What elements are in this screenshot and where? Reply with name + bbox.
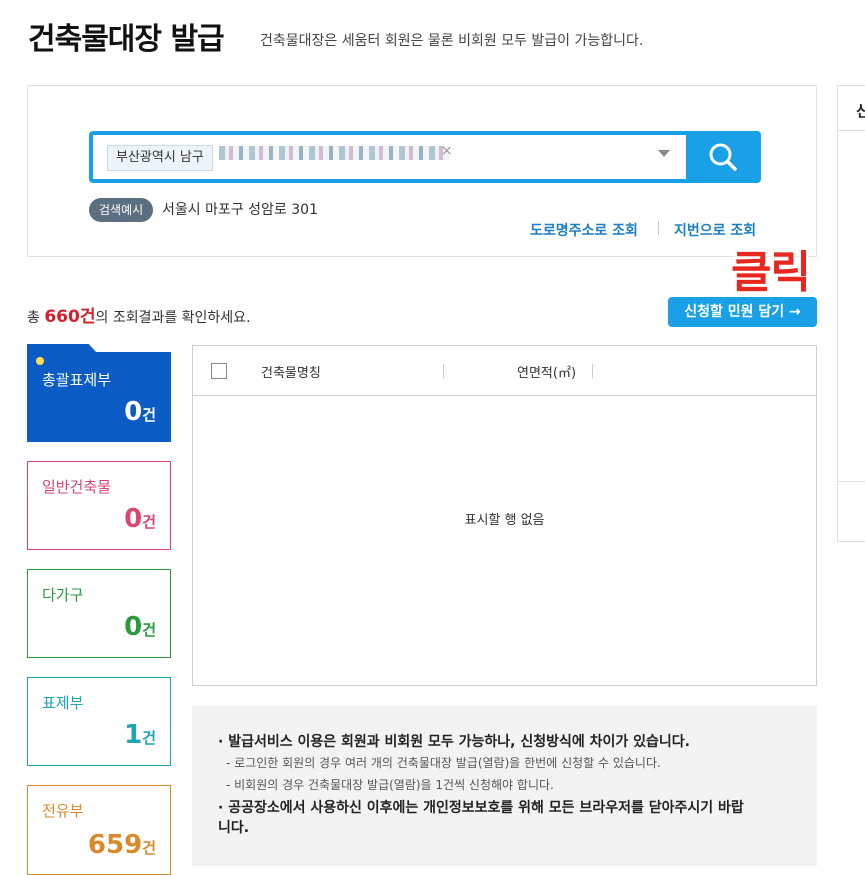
page-subtitle: 건축물대장은 세움터 회원은 물론 비회원 모두 발급이 가능합니다. (260, 33, 644, 49)
search-icon (709, 143, 737, 171)
region-chip[interactable]: 부산광역시 남구 (107, 145, 213, 171)
dropdown-arrow-icon[interactable] (658, 150, 670, 157)
table-header: 건축물명칭 연면적(㎡) (193, 346, 816, 396)
right-side-panel: 신 (837, 85, 865, 542)
count-unit: 건 (142, 839, 156, 857)
count-value: 1 (124, 720, 143, 750)
click-annotation: 클릭 (731, 247, 811, 298)
masked-address-text (219, 146, 449, 160)
category-total-title[interactable]: 총괄표제부 0건 (27, 344, 171, 442)
result-suffix: 의 조회결과를 확인하세요. (95, 310, 251, 326)
category-exclusive-section[interactable]: 전유부 659건 (27, 785, 171, 875)
category-label: 전유부 (42, 802, 84, 820)
result-prefix: 총 (27, 310, 45, 326)
add-to-application-button[interactable]: 신청할 민원 담기 → (668, 297, 817, 327)
notice-sub-1: - 로그인한 회원의 경우 여러 개의 건축물대장 발급(열람)을 한번에 신청… (226, 756, 661, 770)
right-panel-title: 신 (856, 102, 865, 120)
result-summary: 총 660건의 조회결과를 확인하세요. (27, 302, 251, 327)
category-count: 1건 (124, 720, 156, 750)
search-panel: 부산광역시 남구 × 검색예시 서울시 마포구 성암로 301 도로명주소로 조… (27, 85, 817, 257)
count-value: 0 (124, 504, 143, 534)
notice-sub-2: - 비회원의 경우 건축물대장 발급(열람)을 1건씩 신청해야 합니다. (226, 778, 554, 792)
column-header-building-name[interactable]: 건축물명칭 (261, 362, 321, 381)
notice-main-2: · 공공장소에서 사용하신 이후에는 개인정보보호를 위해 모든 브라우저를 닫… (218, 800, 744, 836)
road-address-search-link[interactable]: 도로명주소로 조회 (530, 220, 638, 240)
category-label: 일반건축물 (42, 478, 112, 496)
count-unit: 건 (142, 621, 156, 639)
search-button[interactable] (686, 131, 761, 183)
empty-table-message: 표시할 행 없음 (464, 513, 545, 528)
count-unit: 건 (142, 406, 156, 424)
count-value: 0 (124, 612, 143, 642)
divider (838, 130, 865, 131)
card-tab (27, 344, 97, 353)
category-title-section[interactable]: 표제부 1건 (27, 677, 171, 766)
selected-dot-icon (36, 357, 44, 365)
category-label: 표제부 (42, 694, 84, 712)
notice-main-1: · 발급서비스 이용은 회원과 비회원 모두 가능하나, 신청방식에 차이가 있… (218, 734, 690, 750)
result-count: 660건 (44, 307, 96, 327)
clear-icon[interactable]: × (441, 143, 453, 159)
search-example-text: 서울시 마포구 성암로 301 (162, 202, 318, 218)
category-label: 다가구 (42, 586, 84, 604)
link-divider (658, 221, 659, 235)
category-count: 0건 (124, 397, 156, 427)
category-multi-household[interactable]: 다가구 0건 (27, 569, 171, 658)
page-title: 건축물대장 발급 (28, 22, 225, 57)
divider (838, 481, 865, 482)
column-divider[interactable] (443, 364, 444, 378)
select-all-checkbox[interactable] (211, 363, 227, 379)
category-count: 0건 (124, 504, 156, 534)
results-table: 건축물명칭 연면적(㎡) 표시할 행 없음 (192, 345, 817, 686)
count-unit: 건 (142, 513, 156, 531)
notice-box: · 발급서비스 이용은 회원과 비회원 모두 가능하나, 신청방식에 차이가 있… (192, 706, 817, 866)
category-count: 0건 (124, 612, 156, 642)
search-example-badge: 검색예시 (89, 198, 154, 222)
count-unit: 건 (142, 729, 156, 747)
category-label: 총괄표제부 (42, 371, 112, 389)
address-search-bar[interactable]: 부산광역시 남구 × (89, 131, 761, 183)
count-value: 0 (124, 397, 143, 427)
column-divider[interactable] (592, 364, 593, 378)
category-general-building[interactable]: 일반건축물 0건 (27, 461, 171, 550)
column-header-floor-area[interactable]: 연면적(㎡) (517, 362, 576, 381)
